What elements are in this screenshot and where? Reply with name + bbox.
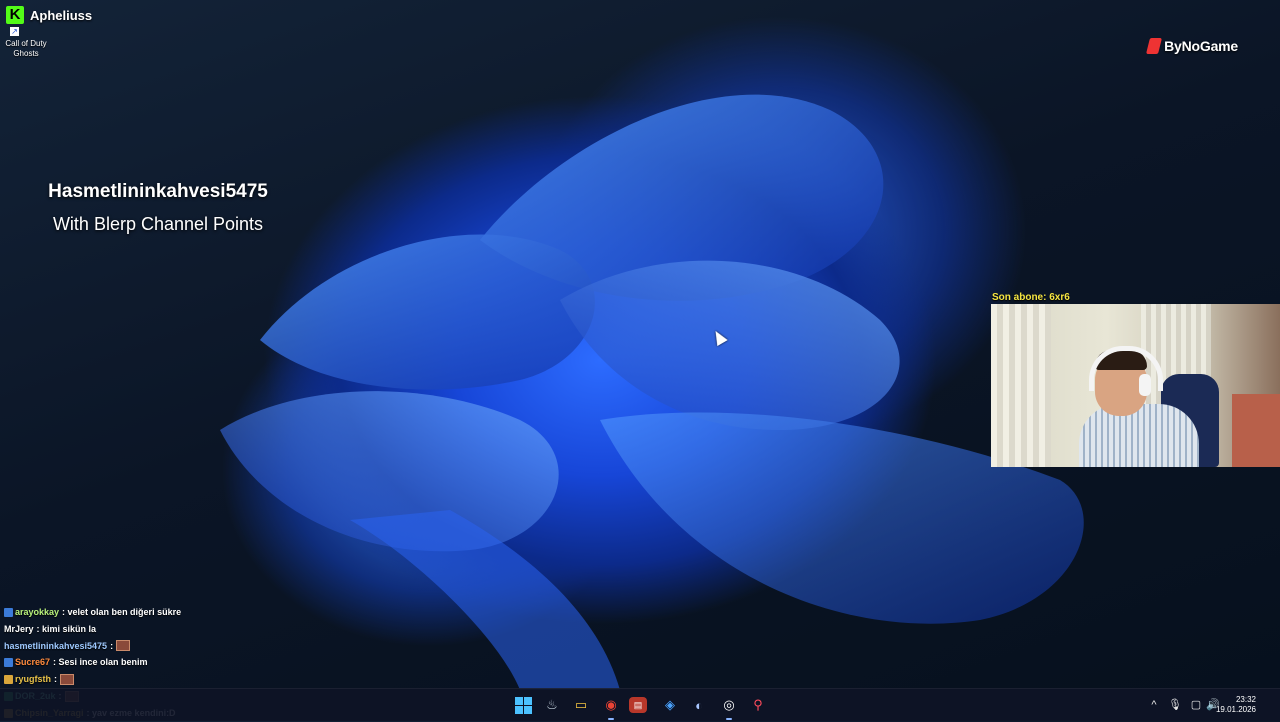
last-subscriber-label: Son abone: 6xr6 (992, 292, 1070, 303)
clock-time: 23:32 (1235, 695, 1256, 704)
chrome-icon[interactable]: ◉ (600, 694, 622, 720)
kick-logo-icon: K (6, 6, 24, 24)
windows-logo-icon (514, 696, 532, 714)
chat-text: : (54, 674, 57, 685)
chat-username[interactable]: Sucre67 (15, 654, 50, 671)
microphone-icon[interactable]: 🎙 (1168, 698, 1182, 712)
chat-message: arayokkay: velet olan ben diğeri sükre (4, 604, 304, 621)
chat-text: : velet olan ben diğeri sükre (62, 607, 182, 617)
chat-emote-icon (60, 674, 74, 686)
chat-text: : Sesi ince olan benim (53, 657, 148, 668)
chat-message: Sucre67: Sesi ince olan benim (4, 654, 304, 671)
alert-username: Hasmetlininkahvesi5475 (48, 181, 268, 202)
desktop-shortcut-label[interactable]: Call of Duty Ghosts (4, 39, 48, 59)
taskbar: ♨ ▭ ◉ ▤ ◈ ◐ ◎ ⚲ ^ 🎙 ▢ 🔊 23:32 19.01.2026 (0, 688, 1280, 721)
clock-date: 19.01.2026 (1215, 705, 1256, 714)
brand-logo: ByNoGame (1146, 38, 1238, 54)
app-blue-icon[interactable]: ◈ (659, 694, 681, 716)
maps-pin-icon[interactable]: ⚲ (747, 694, 769, 716)
chat-username[interactable]: hasmetlininkahvesi5475 (4, 638, 107, 655)
streamer-name: Apheliuss (30, 7, 93, 23)
mouse-cursor-icon (710, 327, 728, 347)
chat-emote-icon (116, 640, 131, 652)
shortcut-arrow-icon: ↗ (10, 27, 19, 36)
chat-message: MrJery: kimi sikün la (4, 621, 304, 638)
chat-text: : kimi sikün la (36, 623, 97, 634)
chat-message: hasmetlininkahvesi5475: (4, 638, 304, 655)
headset-earcup (1139, 374, 1151, 396)
start-button[interactable] (512, 694, 534, 716)
webcam-feed (991, 304, 1280, 467)
alert-subtitle: With Blerp Channel Points (52, 214, 264, 234)
steam-icon[interactable]: ♨ (541, 694, 563, 716)
display-icon[interactable]: ▢ (1189, 698, 1203, 712)
obs-icon[interactable]: ◎ (718, 694, 740, 720)
chat-badge-icon (4, 607, 13, 617)
chevron-up-icon[interactable]: ^ (1147, 698, 1161, 712)
chat-username[interactable]: MrJery (4, 621, 34, 638)
chat-text: : (110, 640, 114, 651)
chat-username[interactable]: ryugfsth (15, 671, 51, 688)
app-circle-icon[interactable]: ◐ (688, 694, 710, 716)
webcam-curtain (991, 304, 1051, 467)
chat-message: ryugfsth: (4, 671, 304, 688)
webcam-bed (1232, 394, 1280, 467)
streamlabs-icon[interactable]: ▤ (629, 697, 647, 713)
chat-badge-icon (4, 658, 13, 668)
streamer-shirt (1079, 404, 1199, 467)
brand-text: ByNoGame (1164, 38, 1238, 54)
chat-badge-icon (4, 675, 13, 685)
bynogame-logo-icon (1146, 38, 1163, 54)
taskbar-clock[interactable]: 23:32 19.01.2026 (1216, 695, 1256, 715)
streamer-badge: K Apheliuss (6, 6, 92, 24)
file-explorer-icon[interactable]: ▭ (570, 694, 592, 716)
chat-username[interactable]: arayokkay (15, 604, 59, 621)
